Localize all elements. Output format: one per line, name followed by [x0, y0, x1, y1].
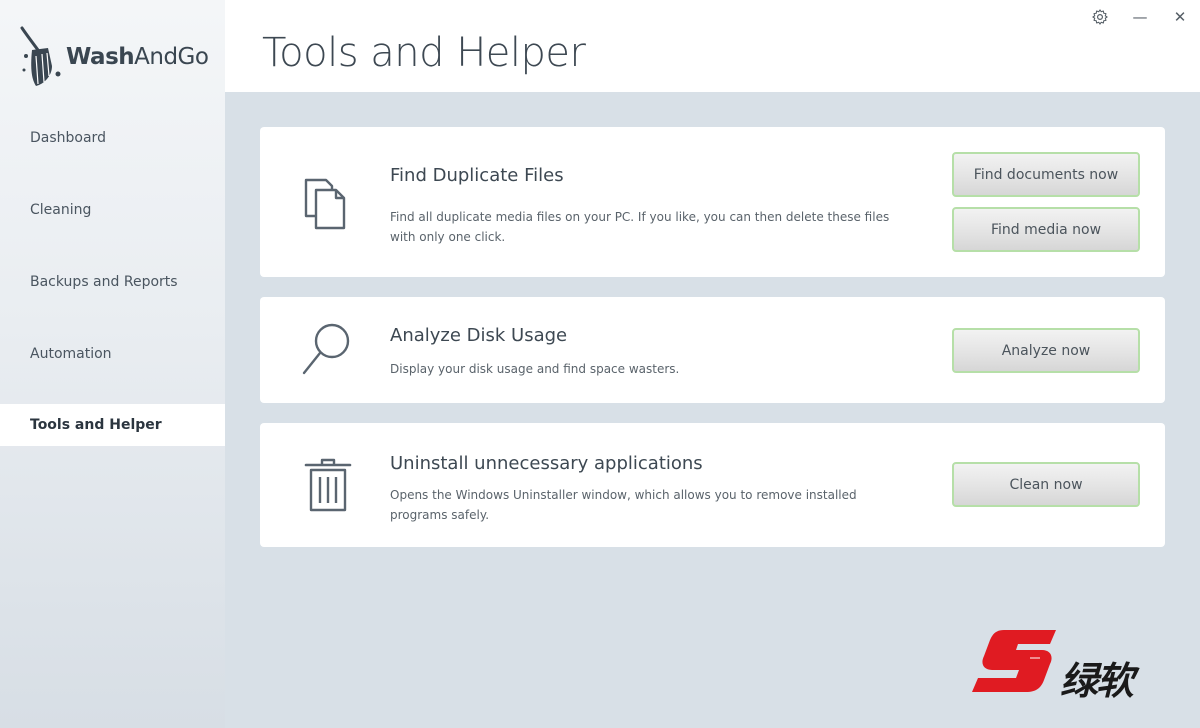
trash-icon	[304, 458, 352, 512]
header: Tools and Helper — ✕	[225, 0, 1200, 92]
logo-text: WashAndGo	[66, 44, 209, 70]
sidebar-item-automation[interactable]: Automation	[0, 333, 225, 375]
card-uninstall-applications: Uninstall unnecessary applications Opens…	[260, 423, 1165, 547]
settings-button[interactable]	[1089, 6, 1111, 28]
card-find-duplicate-files: Find Duplicate Files Find all duplicate …	[260, 127, 1165, 277]
gear-icon	[1092, 9, 1108, 25]
broom-icon	[20, 26, 61, 86]
card-title: Find Duplicate Files	[390, 165, 564, 186]
card-title: Analyze Disk Usage	[390, 325, 568, 346]
sidebar-item-dashboard[interactable]: Dashboard	[0, 117, 225, 159]
sidebar-item-cleaning[interactable]: Cleaning	[0, 189, 225, 231]
page-title: Tools and Helper	[262, 30, 586, 76]
clean-now-button[interactable]: Clean now	[952, 462, 1140, 507]
card-analyze-disk-usage: Analyze Disk Usage Display your disk usa…	[260, 297, 1165, 403]
minimize-button[interactable]: —	[1129, 6, 1151, 28]
card-description: Find all duplicate media files on your P…	[390, 210, 890, 244]
find-documents-button[interactable]: Find documents now	[952, 152, 1140, 197]
card-description: Display your disk usage and find space w…	[390, 362, 680, 376]
app-logo: WashAndGo	[18, 26, 218, 90]
card-description: Opens the Windows Uninstaller window, wh…	[390, 488, 857, 522]
close-button[interactable]: ✕	[1169, 6, 1191, 28]
magnifier-icon	[302, 323, 350, 375]
analyze-now-button[interactable]: Analyze now	[952, 328, 1140, 373]
sidebar-item-tools-and-helper[interactable]: Tools and Helper	[0, 404, 225, 446]
watermark-logo: 绿软	[968, 622, 1163, 703]
find-media-button[interactable]: Find media now	[952, 207, 1140, 252]
card-title: Uninstall unnecessary applications	[390, 453, 703, 474]
sidebar-item-backups-and-reports[interactable]: Backups and Reports	[0, 261, 225, 303]
watermark-text: 绿软	[1060, 659, 1134, 703]
duplicate-files-icon	[304, 178, 346, 230]
sidebar: WashAndGo Dashboard Cleaning Backups and…	[0, 0, 225, 728]
